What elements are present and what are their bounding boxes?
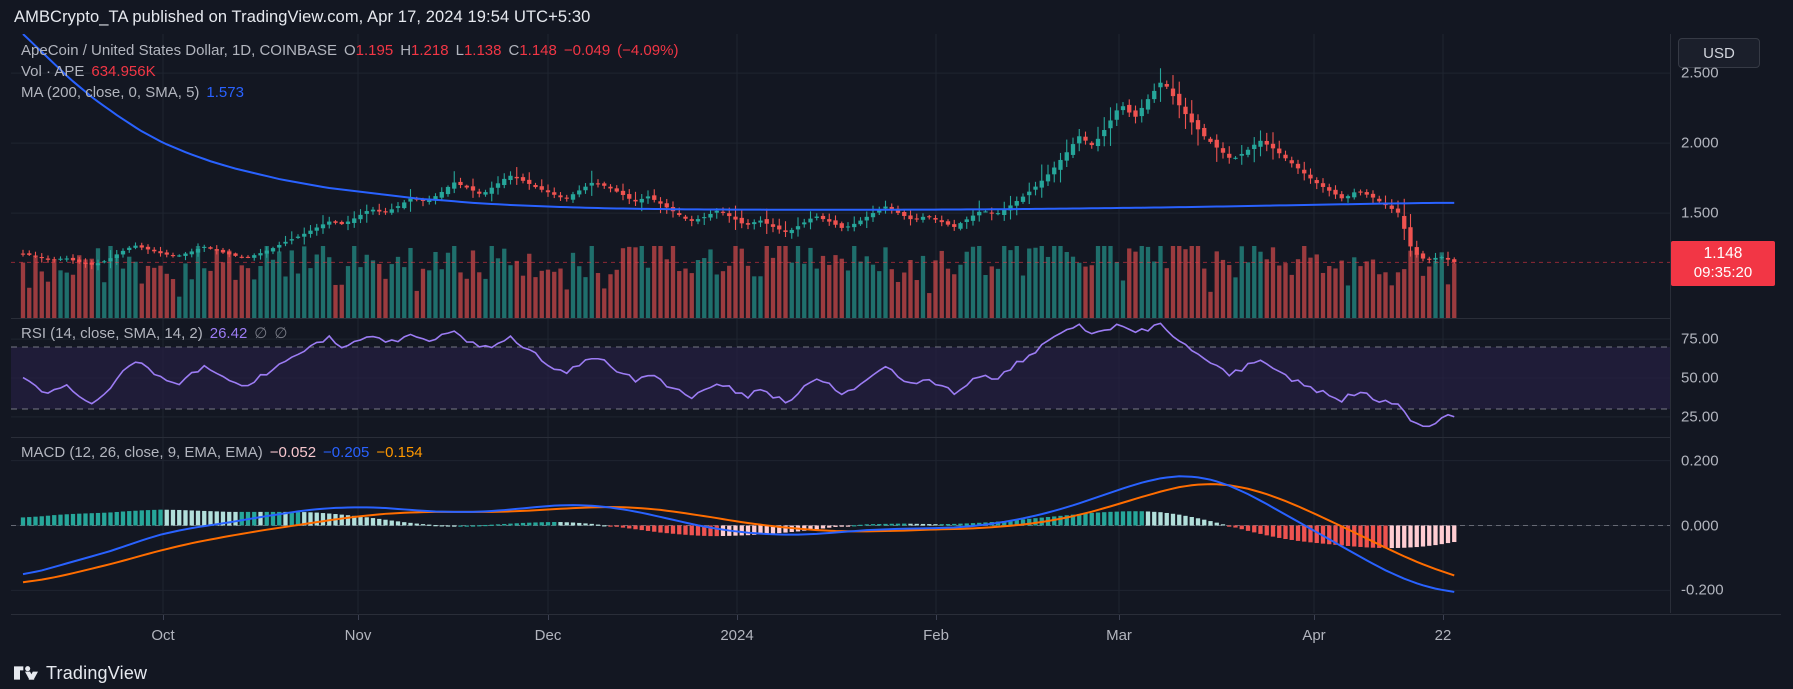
price-axis-tick: 2.000: [1681, 134, 1719, 152]
time-tick: [1314, 615, 1315, 620]
macd-axis-tick: -0.200: [1681, 581, 1724, 599]
tradingview-wordmark: TradingView: [46, 662, 148, 683]
rsi-canvas: [11, 319, 1670, 437]
pane-separator-rsi-macd[interactable]: [11, 437, 1670, 438]
time-tick: [1443, 615, 1444, 620]
last-price-tag: 1.148 09:35:20: [1671, 241, 1775, 287]
last-price-value: 1.148: [1703, 245, 1743, 263]
currency-badge[interactable]: USD: [1678, 38, 1760, 68]
time-tick: [1119, 615, 1120, 620]
macd-axis-tick: 0.200: [1681, 452, 1719, 470]
time-axis-label: Apr: [1302, 627, 1326, 644]
price-scale[interactable]: USD 2.500 2.000 1.500 75.00 50.00 25.00 0.200 0…: [1670, 34, 1782, 613]
time-tick: [358, 615, 359, 620]
macd-canvas: [11, 438, 1670, 613]
publisher-text: AMBCrypto_TA published on TradingView.co…: [14, 7, 591, 26]
time-axis-label: Feb: [923, 627, 949, 644]
time-tick: [548, 615, 549, 620]
time-axis-label: 22: [1434, 627, 1452, 644]
macd-pane[interactable]: MACD (12, 26, close, 9, EMA, EMA) −0.052−…: [11, 438, 1670, 613]
time-tick: [936, 615, 937, 620]
price-pane[interactable]: [11, 34, 1670, 318]
time-axis-label: Nov: [344, 627, 372, 644]
bar-countdown: 09:35:20: [1693, 264, 1753, 282]
price-axis-tick: 2.500: [1681, 64, 1719, 82]
footer-brand[interactable]: TradingView: [14, 661, 147, 685]
time-tick: [163, 615, 164, 620]
chart-frame: ApeCoin / United States Dollar, 1D, COIN…: [11, 34, 1782, 656]
rsi-axis-tick: 25.00: [1681, 408, 1719, 426]
time-scale[interactable]: Oct Nov Dec 2024 Feb Mar Apr 22: [11, 614, 1781, 656]
publisher-bar: AMBCrypto_TA published on TradingView.co…: [0, 0, 1793, 34]
macd-axis-tick: 0.000: [1681, 517, 1719, 534]
time-axis-label: Oct: [151, 627, 175, 644]
price-axis-tick: 1.500: [1681, 204, 1719, 222]
time-axis-label: Dec: [534, 627, 562, 644]
plot-area[interactable]: ApeCoin / United States Dollar, 1D, COIN…: [11, 34, 1670, 613]
time-tick: [737, 615, 738, 620]
time-axis-label: 2024: [720, 627, 754, 644]
tradingview-logo-icon: [14, 666, 38, 680]
pane-separator-price-rsi[interactable]: [11, 318, 1670, 319]
time-axis-label: Mar: [1106, 627, 1132, 644]
rsi-axis-tick: 75.00: [1681, 330, 1719, 348]
price-canvas: [11, 34, 1670, 318]
rsi-axis-tick: 50.00: [1681, 369, 1719, 387]
rsi-pane[interactable]: RSI (14, close, SMA, 14, 2) 26.42 ∅ ∅: [11, 319, 1670, 437]
